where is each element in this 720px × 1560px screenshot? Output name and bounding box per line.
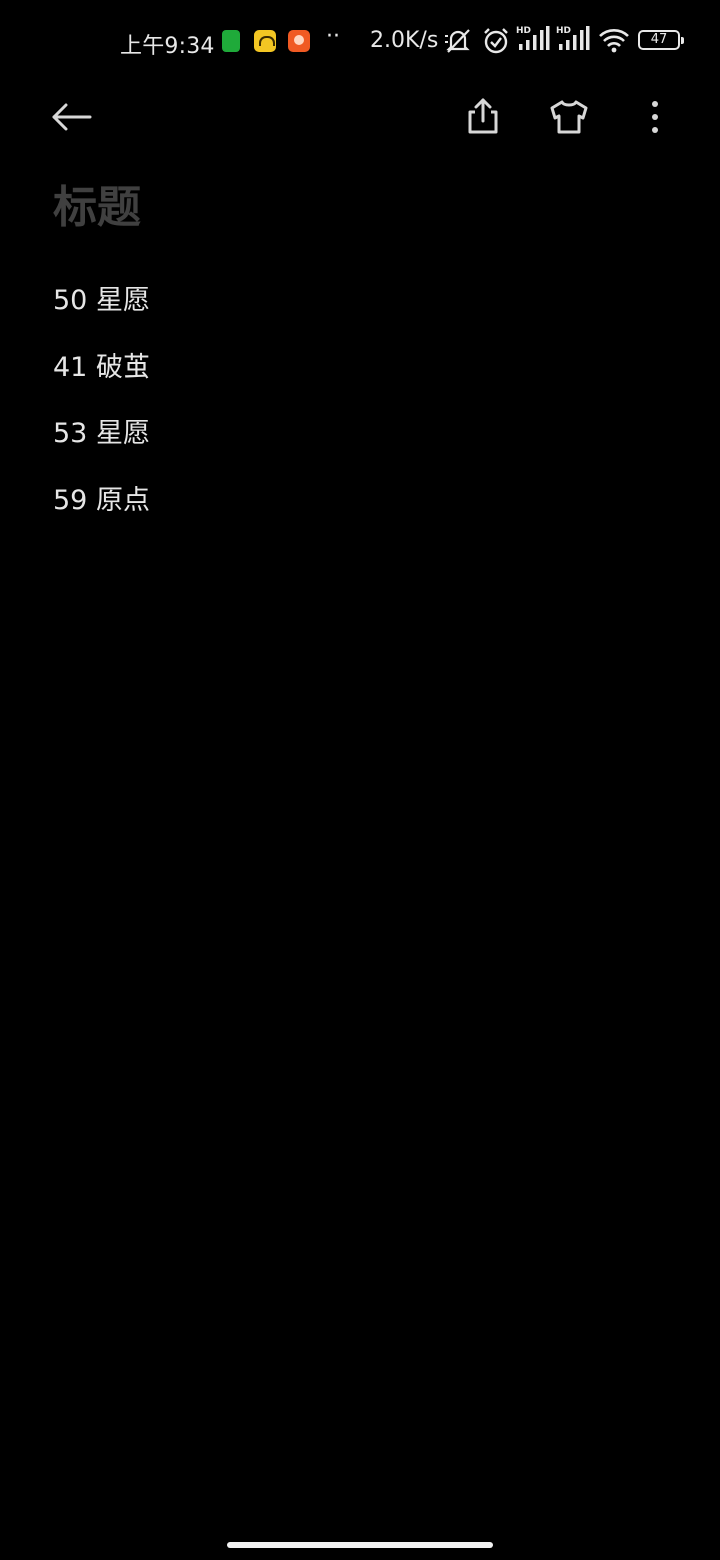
- tshirt-icon: [545, 94, 593, 142]
- svg-text:HD: HD: [556, 26, 571, 36]
- yellow-app-icon: [254, 30, 276, 52]
- status-bar: 上午9:34 ·· 2.0K/s HD HD 47: [0, 0, 720, 84]
- share-icon: [459, 94, 507, 142]
- arrow-left-icon: [48, 94, 96, 142]
- note-body[interactable]: 50 星愿 41 破茧 53 星愿 59 原点: [53, 268, 150, 534]
- share-button[interactable]: [459, 94, 507, 142]
- note-line[interactable]: 59 原点: [53, 468, 150, 535]
- alarm-icon: [482, 26, 510, 60]
- battery-icon: 47: [638, 30, 684, 50]
- signal-hd-2-icon: HD: [556, 24, 590, 58]
- battery-saver-app-icon: [222, 30, 240, 52]
- network-speed: 2.0K/s: [370, 28, 439, 53]
- note-toolbar: [0, 84, 720, 150]
- note-line[interactable]: 53 星愿: [53, 401, 150, 468]
- home-indicator[interactable]: [227, 1542, 493, 1548]
- more-vertical-icon: [631, 94, 679, 142]
- svg-text:HD: HD: [516, 26, 531, 36]
- wifi-icon: [598, 26, 630, 58]
- orange-app-icon: [288, 30, 310, 52]
- note-line[interactable]: 41 破茧: [53, 335, 150, 402]
- more-options-button[interactable]: [631, 94, 679, 142]
- theme-button[interactable]: [545, 94, 593, 142]
- note-title-field[interactable]: 标题: [53, 178, 141, 238]
- mute-icon: [442, 26, 474, 60]
- status-time: 上午9:34: [120, 34, 215, 59]
- more-notifications-indicator: ··: [326, 24, 340, 49]
- note-line[interactable]: 50 星愿: [53, 268, 150, 335]
- battery-level: 47: [650, 32, 668, 47]
- signal-hd-1-icon: HD: [516, 24, 550, 58]
- back-button[interactable]: [48, 94, 96, 142]
